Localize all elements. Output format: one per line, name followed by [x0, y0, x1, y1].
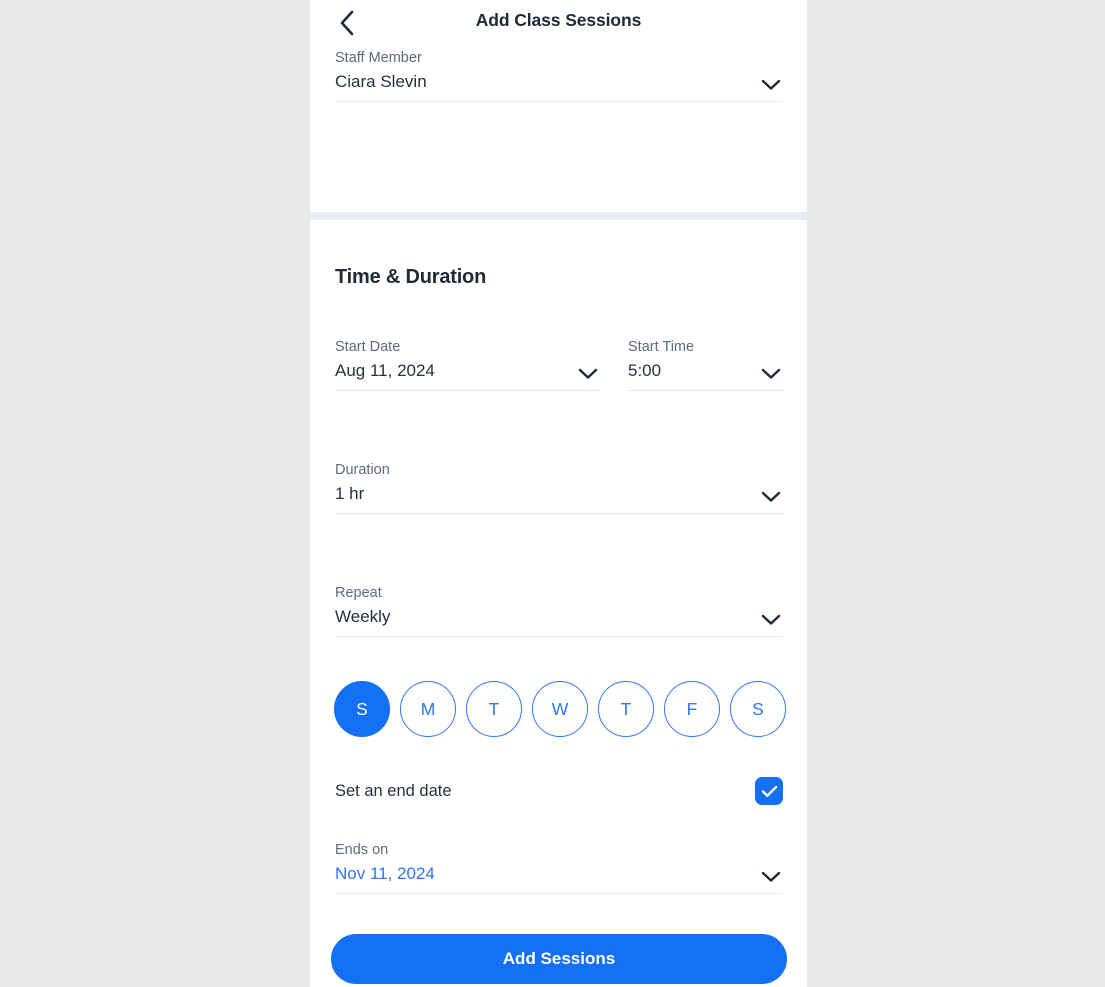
day-of-week-selector: SMTWTFS [334, 681, 792, 737]
sheet-separator-band [310, 212, 807, 220]
set-end-date-row: Set an end date [335, 777, 783, 805]
duration-select[interactable]: 1 hr [335, 482, 783, 514]
start-date-label: Start Date [335, 339, 401, 355]
ends-on-value: Nov 11, 2024 [335, 864, 435, 883]
day-circle-friday[interactable]: F [664, 681, 720, 737]
day-circle-tuesday[interactable]: T [466, 681, 522, 737]
page-title: Add Class Sessions [475, 10, 642, 30]
chevron-down-icon [761, 614, 781, 626]
start-time-value: 5:00 [628, 361, 662, 380]
chevron-down-icon [761, 491, 781, 503]
chevron-down-icon [761, 871, 781, 883]
screen-root: Add Class Sessions Staff Member Ciara Sl… [0, 0, 1105, 987]
chevron-down-icon [761, 368, 781, 380]
time-and-duration-sheet: Time & Duration Start Date Aug 11, 2024 [310, 220, 807, 987]
app-frame: Add Class Sessions Staff Member Ciara Sl… [310, 0, 807, 987]
duration-field: Duration 1 hr [335, 460, 783, 514]
repeat-field: Repeat Weekly [335, 583, 783, 637]
start-date-select[interactable]: Aug 11, 2024 [335, 359, 600, 391]
add-sessions-button[interactable]: Add Sessions [331, 934, 787, 984]
start-datetime-row: Start Date Aug 11, 2024 Start Time 5:00 [335, 337, 783, 391]
repeat-value: Weekly [335, 607, 391, 626]
duration-value: 1 hr [335, 484, 365, 503]
day-circle-wednesday[interactable]: W [532, 681, 588, 737]
ends-on-field: Ends on Nov 11, 2024 [335, 840, 783, 894]
start-time-field: Start Time 5:00 [628, 337, 783, 391]
set-end-date-checkbox[interactable] [755, 777, 783, 805]
ends-on-label: Ends on [335, 842, 389, 858]
chevron-down-icon [578, 368, 598, 380]
check-icon [761, 785, 778, 798]
start-time-select[interactable]: 5:00 [628, 359, 783, 391]
duration-label: Duration [335, 462, 390, 478]
repeat-select[interactable]: Weekly [335, 605, 783, 637]
staff-member-select[interactable]: Ciara Slevin [335, 70, 783, 102]
day-circle-thursday[interactable]: T [598, 681, 654, 737]
ends-on-select[interactable]: Nov 11, 2024 [335, 862, 783, 894]
start-date-field: Start Date Aug 11, 2024 [335, 337, 600, 391]
section-title: Time & Duration [335, 266, 487, 288]
day-circle-saturday[interactable]: S [730, 681, 786, 737]
set-end-date-label: Set an end date [335, 781, 452, 800]
header-region: Add Class Sessions Staff Member Ciara Sl… [310, 0, 807, 212]
start-time-label: Start Time [628, 339, 695, 355]
staff-member-field: Staff Member Ciara Slevin [335, 48, 783, 102]
staff-member-value: Ciara Slevin [335, 72, 427, 91]
day-circle-monday[interactable]: M [400, 681, 456, 737]
sheet-footer: Add Sessions Takes place every Sunday fr… [310, 914, 807, 987]
repeat-label: Repeat [335, 585, 382, 601]
start-date-value: Aug 11, 2024 [335, 361, 435, 380]
staff-member-label: Staff Member [335, 50, 422, 66]
day-circle-sunday[interactable]: S [334, 681, 390, 737]
chevron-down-icon [761, 79, 781, 91]
titlebar: Add Class Sessions [310, 0, 807, 46]
